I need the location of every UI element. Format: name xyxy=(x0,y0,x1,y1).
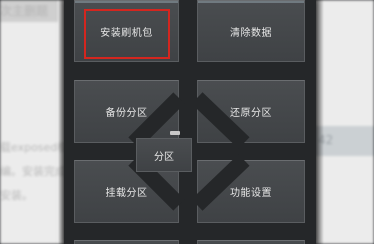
cross-bar xyxy=(191,154,250,211)
tile-edge xyxy=(198,1,304,3)
menu-tile-partial[interactable] xyxy=(74,240,179,244)
panel-shadow-right xyxy=(316,0,324,244)
cross-bar xyxy=(128,92,185,149)
highlight-box xyxy=(84,9,170,59)
partition-center-button[interactable]: 分区 xyxy=(136,138,192,172)
partition-center-label: 分区 xyxy=(154,151,174,163)
menu-tile-partial[interactable] xyxy=(197,240,305,244)
background-text-line: 编。安装完成 xyxy=(0,165,66,178)
wipe-data-button[interactable]: 清除数据 xyxy=(197,0,305,62)
indicator-dot xyxy=(170,131,180,135)
wipe-data-label: 清除数据 xyxy=(230,27,272,39)
cross-bar xyxy=(191,92,250,149)
background-title: 次主删题 xyxy=(0,4,49,18)
tile-edge xyxy=(75,1,178,3)
background-text-line: 安装。 xyxy=(0,189,33,202)
